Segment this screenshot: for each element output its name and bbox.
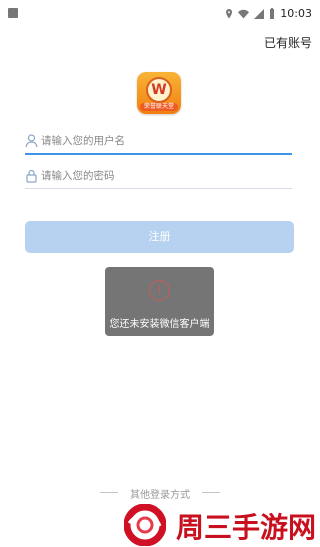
status-time: 10:03: [280, 7, 312, 20]
register-button[interactable]: 注册: [25, 221, 294, 253]
location-icon: [226, 8, 233, 18]
warning-icon: !: [149, 280, 170, 301]
status-square-icon: [8, 8, 18, 18]
watermark-logo-icon: [124, 504, 166, 546]
status-icons: 10:03: [225, 7, 312, 20]
logo-ribbon-text: 荣誉联天堂: [140, 103, 178, 111]
password-input[interactable]: [41, 166, 291, 186]
toast-message: 您还未安装微信客户端: [109, 319, 210, 330]
user-icon: [25, 134, 38, 148]
username-input[interactable]: [41, 131, 291, 151]
wechat-not-installed-toast: ! 您还未安装微信客户端: [105, 267, 214, 336]
watermark: 周三手游网: [116, 502, 320, 547]
username-field[interactable]: [25, 131, 292, 155]
other-login-methods: 其他登录方式: [100, 486, 220, 501]
logo-letter: W: [146, 77, 172, 103]
existing-account-link[interactable]: 已有账号: [264, 34, 312, 51]
wifi-icon: [238, 9, 250, 18]
app-logo: W 荣誉联天堂: [137, 72, 181, 114]
status-bar: 10:03: [0, 0, 320, 28]
battery-icon: [270, 8, 275, 19]
password-field[interactable]: [25, 166, 292, 189]
lock-icon: [26, 169, 37, 183]
watermark-text: 周三手游网: [176, 511, 317, 544]
signal-icon: [254, 8, 265, 19]
